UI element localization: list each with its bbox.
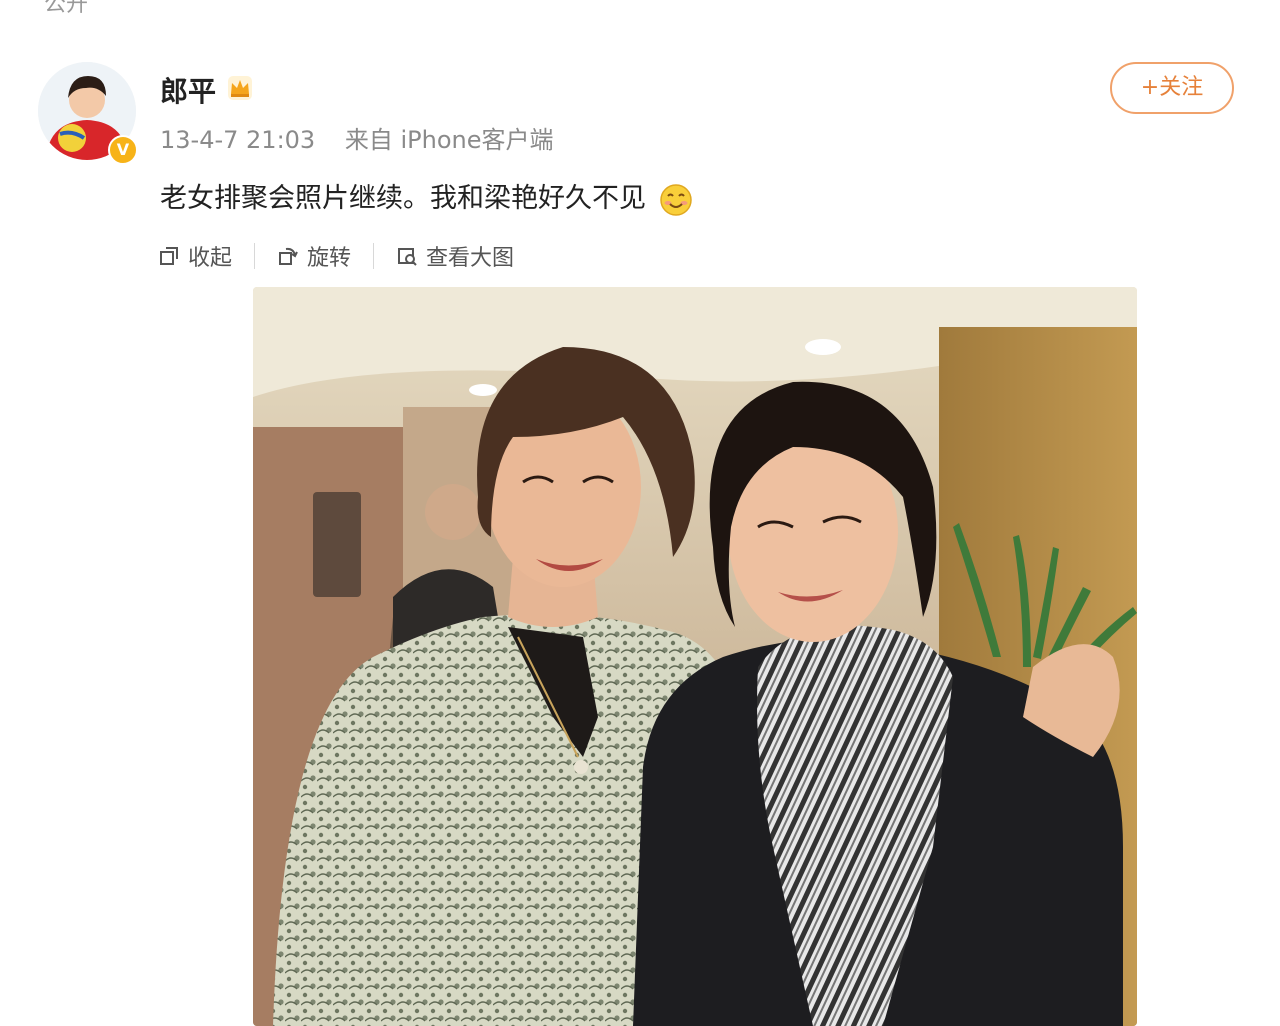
post-photo[interactable] xyxy=(253,287,1137,1026)
collapse-label: 收起 xyxy=(188,246,233,271)
divider xyxy=(254,243,256,269)
collapse-button[interactable]: 收起 xyxy=(158,240,232,272)
top-fragment-text: 公开 xyxy=(44,0,89,17)
rotate-button[interactable]: 旋转 xyxy=(277,240,351,272)
divider xyxy=(373,243,375,269)
post-text: 老女排聚会照片继续。我和梁艳好久不见 xyxy=(160,183,646,214)
smile-emoji-icon xyxy=(659,183,692,216)
follow-button[interactable]: +关注 xyxy=(1110,62,1234,114)
post-photo-image xyxy=(253,287,1137,1026)
post-meta: 13-4-7 21:03 来自 iPhone客户端 xyxy=(160,120,553,155)
username[interactable]: 郎平 xyxy=(160,70,216,110)
rotate-label: 旋转 xyxy=(307,246,352,271)
image-actions-bar: 收起 旋转 查看大图 xyxy=(158,238,514,274)
post-source: 来自 iPhone客户端 xyxy=(344,126,554,154)
post-timestamp[interactable]: 13-4-7 21:03 xyxy=(160,126,315,154)
crown-icon xyxy=(228,76,252,100)
view-large-icon xyxy=(398,248,417,266)
collapse-icon xyxy=(160,247,178,265)
view-large-label: 查看大图 xyxy=(426,246,515,271)
verified-badge-icon: V xyxy=(108,135,138,165)
post-text-container: 老女排聚会照片继续。我和梁艳好久不见 xyxy=(160,176,693,217)
view-large-button[interactable]: 查看大图 xyxy=(396,240,514,272)
rotate-icon xyxy=(279,247,298,265)
